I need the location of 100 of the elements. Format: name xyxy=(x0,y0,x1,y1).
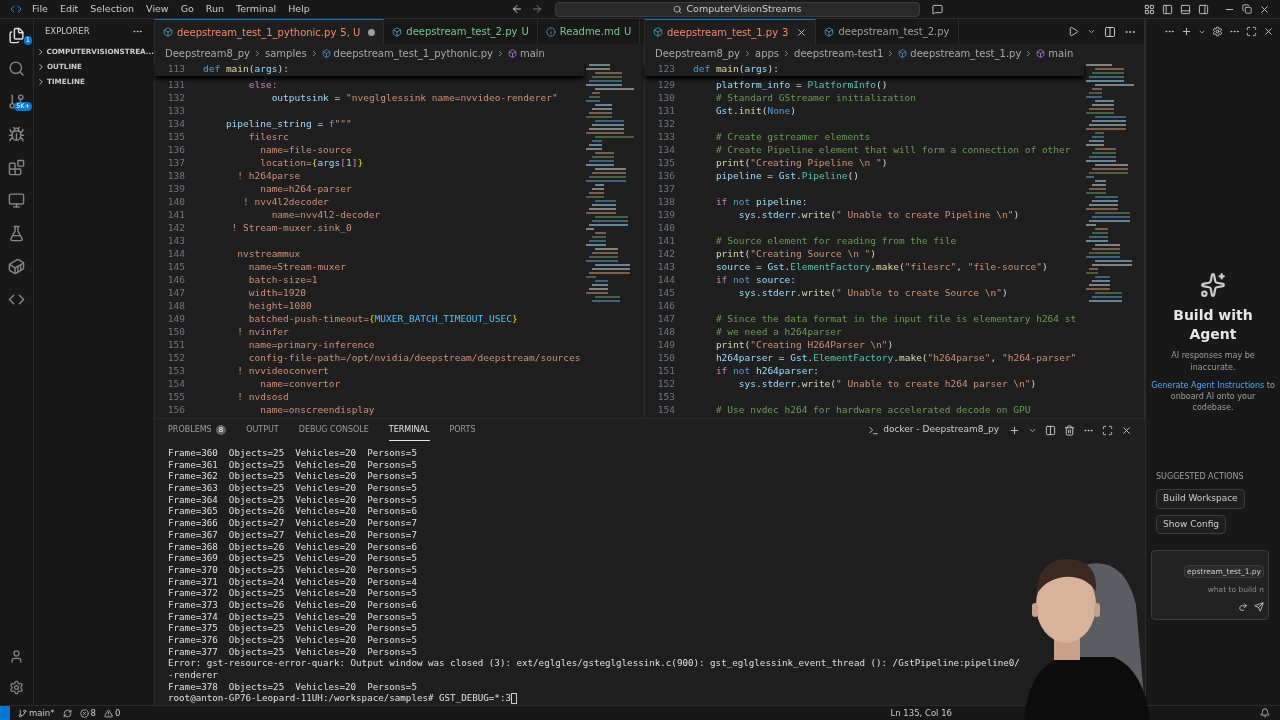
line-number: 150 xyxy=(656,351,675,364)
panel-left-icon[interactable] xyxy=(1162,3,1173,15)
notification-icon[interactable] xyxy=(1260,708,1270,718)
menu-item[interactable]: View xyxy=(146,1,169,17)
editor-tab[interactable]: deepstream_test_1.py 3 xyxy=(645,19,817,44)
restore-icon[interactable] xyxy=(1242,4,1252,14)
panel-tab[interactable]: DEBUG CONSOLE xyxy=(298,419,369,441)
code-line: ! nvv4l2decoder xyxy=(242,195,329,208)
suggested-action-button[interactable]: Build Workspace xyxy=(1156,489,1245,509)
code-line: name=file-source xyxy=(259,143,352,156)
panel-right-icon[interactable] xyxy=(1198,3,1209,15)
app-logo-icon xyxy=(10,3,22,15)
error-icon xyxy=(79,708,89,718)
testing-icon[interactable] xyxy=(8,225,25,242)
code-line: # Create gstreamer elements xyxy=(714,130,871,143)
extensions-icon[interactable] xyxy=(8,159,25,176)
run-icon[interactable] xyxy=(1068,26,1079,37)
breadcrumb[interactable]: main xyxy=(1048,45,1074,61)
panel-bottom-icon[interactable] xyxy=(1180,3,1191,15)
chat-icon[interactable] xyxy=(931,3,943,15)
split-editor-icon[interactable] xyxy=(1104,25,1116,38)
settings-icon[interactable] xyxy=(9,680,24,695)
menu-item[interactable]: Help xyxy=(288,1,310,17)
terminal-line: Frame=374 Objects=25 Vehicles=20 Persons=5 xyxy=(168,610,417,623)
account-icon[interactable] xyxy=(9,649,24,664)
new-chat-icon[interactable] xyxy=(1181,26,1192,37)
warning-count[interactable]: 0 xyxy=(114,706,121,720)
line-number: 140 xyxy=(166,195,185,208)
branch-name[interactable]: main* xyxy=(29,706,55,720)
breadcrumb[interactable]: deepstream-test1 xyxy=(794,45,884,61)
code-line: location={args[1]} xyxy=(259,156,364,169)
tab-label: Readme.md xyxy=(559,25,621,39)
terminal-name[interactable]: docker - Deepstream8_py xyxy=(883,423,999,437)
generate-instructions-link[interactable]: Generate Agent Instructions xyxy=(1151,381,1265,390)
files-icon[interactable] xyxy=(8,27,25,44)
caret-icon[interactable] xyxy=(1087,27,1096,36)
line-number: 130 xyxy=(656,91,675,104)
code-line: sys.stderr.write(" Unable to create Pipeline \n") xyxy=(737,208,1020,221)
menu-item[interactable]: Go xyxy=(180,1,194,17)
error-count[interactable]: 8 xyxy=(90,706,96,720)
code-line: width=1920 xyxy=(247,286,306,299)
remote-icon[interactable] xyxy=(8,192,25,209)
close-icon[interactable] xyxy=(1263,26,1274,37)
line-number: 136 xyxy=(166,143,185,156)
split-terminal-icon[interactable] xyxy=(1045,424,1056,436)
code-line: ! h264parse xyxy=(236,169,301,182)
menu-item[interactable]: Edit xyxy=(59,1,79,17)
debug-icon[interactable] xyxy=(8,126,25,143)
line-number: 132 xyxy=(656,117,675,130)
breadcrumb[interactable]: apps xyxy=(755,45,780,61)
disclaimer-text: AI responses may be inaccurate. xyxy=(1170,350,1256,374)
line-number: 123 xyxy=(656,62,675,76)
tab-label: deepstream_test_1_pythonic.py xyxy=(177,25,337,40)
line-number: 146 xyxy=(166,273,185,286)
suggested-action-button[interactable]: Show Config xyxy=(1156,514,1227,534)
panel-tab[interactable]: PORTS xyxy=(449,419,476,441)
add-icon[interactable] xyxy=(1009,424,1020,436)
maximize-icon[interactable] xyxy=(1102,424,1113,436)
panel-tab[interactable]: OUTPUT xyxy=(246,419,279,441)
settings-icon[interactable] xyxy=(1212,26,1223,37)
tab-label: deepstream_test_2.py xyxy=(838,25,950,39)
menu-item[interactable]: Terminal xyxy=(236,1,277,17)
editor-tab[interactable]: deepstream_test_1_pythonic.py 5, U xyxy=(155,19,385,44)
docker-icon[interactable] xyxy=(8,258,25,275)
sync-icon[interactable] xyxy=(62,708,72,718)
terminal-line: Frame=364 Objects=25 Vehicles=20 Persons=5 xyxy=(168,493,417,506)
close-icon[interactable] xyxy=(796,26,808,38)
breadcrumb[interactable]: deepstream_test_1.py xyxy=(910,45,1022,61)
trash-icon[interactable] xyxy=(1064,424,1075,436)
code-line: filesrc xyxy=(247,130,289,143)
code-line: ! nvdsosd xyxy=(236,390,289,403)
terminal-line: Frame=373 Objects=26 Vehicles=20 Persons=6 xyxy=(168,598,417,611)
menu-item[interactable]: Selection xyxy=(90,1,135,17)
search-icon[interactable] xyxy=(8,60,25,77)
cursor-position[interactable]: Ln 135, Col 16 xyxy=(890,706,952,720)
menu-item[interactable]: Run xyxy=(205,1,225,17)
breadcrumb[interactable]: Deepstream8_py xyxy=(165,45,251,61)
breadcrumb[interactable]: samples xyxy=(265,45,307,61)
breadcrumb[interactable]: deepstream_test_1_pythonic.py xyxy=(333,45,493,61)
maximize-icon[interactable] xyxy=(1246,26,1257,37)
breadcrumb[interactable]: main xyxy=(519,45,545,61)
breadcrumb[interactable]: Deepstream8_py xyxy=(655,45,741,61)
code-line: platform_info = PlatformInfo() xyxy=(714,78,888,91)
close-icon[interactable] xyxy=(1259,3,1270,15)
forward-icon[interactable] xyxy=(1238,601,1248,612)
code-line: if not h264parser: xyxy=(714,364,819,377)
tab-status: 5, U xyxy=(340,25,361,40)
line-number: 137 xyxy=(166,156,185,169)
terminal-line: Frame=370 Objects=25 Vehicles=20 Persons=5 xyxy=(168,563,417,576)
code-line: height=1080 xyxy=(247,299,312,312)
layout-icon[interactable] xyxy=(1144,3,1155,15)
panel-tab[interactable]: TERMINAL xyxy=(388,419,430,441)
command-search-field[interactable]: ComputerVisionStreams xyxy=(554,1,920,17)
back-icon[interactable] xyxy=(510,3,523,15)
symbol-icon xyxy=(1036,48,1046,58)
send-icon[interactable] xyxy=(1254,601,1264,612)
cursor-icon xyxy=(510,692,517,704)
menu-item[interactable]: File xyxy=(32,1,48,17)
agent-icon xyxy=(1200,272,1226,298)
close-icon[interactable] xyxy=(1121,424,1132,436)
